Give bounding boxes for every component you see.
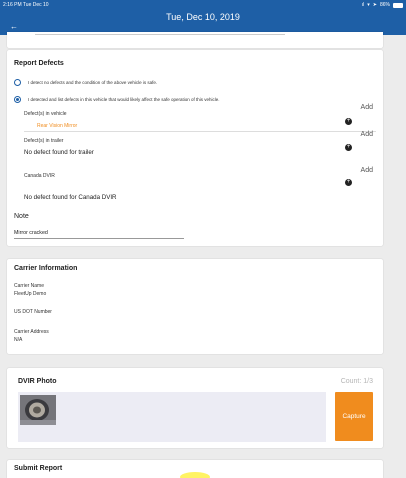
radio-defects[interactable] (14, 96, 21, 103)
top-nav-bar: 2:16 PM Tue Dec 10 ıl ▾ ➤ 86% Tue, Dec 1… (0, 0, 406, 35)
carrier-information-card: Carrier Information Carrier Name FleetUp… (7, 259, 383, 354)
option-no-defects-label: I detect no defects and the condition of… (28, 80, 158, 85)
vehicle-defect-item[interactable]: Rear Vision Mirror (37, 123, 77, 129)
location-icon: ➤ (372, 2, 377, 8)
carrier-address-value: N/A (14, 337, 23, 343)
vehicle-defects-label: Defect(s) in vehicle (24, 111, 67, 117)
radio-no-defects[interactable] (14, 79, 21, 86)
status-time: 2:16 PM Tue Dec 10 (3, 2, 49, 8)
canada-empty-text: No defect found for Canada DVIR (24, 194, 117, 201)
section-title: DVIR Photo (18, 378, 57, 385)
photo-count: Count: 1/3 (340, 378, 373, 385)
add-canada-defect-button[interactable]: + (345, 179, 352, 186)
divider (35, 34, 285, 35)
dvir-photo-card: DVIR Photo Count: 1/3 Capture (7, 368, 383, 448)
carrier-address-label: Carrier Address (14, 329, 49, 335)
capture-button[interactable]: Capture (335, 392, 373, 441)
back-arrow-icon[interactable]: ← (10, 22, 18, 31)
report-defects-card: Report Defects I detect no defects and t… (7, 50, 383, 246)
add-vehicle-defect-label: Add (360, 104, 373, 111)
touch-indicator (180, 472, 210, 478)
previous-section-card (7, 32, 383, 48)
battery-percent: 86% (379, 2, 390, 8)
photo-thumbnail[interactable] (20, 395, 56, 425)
trailer-defects-label: Defect(s) in trailer (24, 138, 64, 144)
us-dot-label: US DOT Number (14, 309, 52, 315)
add-canada-defect-label: Add (360, 167, 373, 174)
note-field[interactable]: Mirror cracked (14, 230, 184, 236)
option-defects-label: I detected and list defects in this vehi… (28, 97, 220, 102)
photo-strip (18, 392, 326, 442)
battery-icon (393, 2, 403, 8)
wifi-icon: ▾ (367, 2, 370, 8)
add-trailer-defect-label: Add (360, 131, 373, 138)
carrier-name-label: Carrier Name (14, 283, 45, 289)
page-title: Tue, Dec 10, 2019 (166, 12, 240, 22)
note-label: Note (14, 213, 29, 220)
note-underline (14, 238, 184, 239)
signal-icon: ıl (361, 2, 365, 8)
section-title: Submit Report (14, 465, 63, 472)
section-title: Carrier Information (14, 265, 78, 272)
divider (24, 131, 376, 132)
section-title: Report Defects (14, 60, 64, 67)
carrier-name-value: FleetUp Demo (14, 291, 47, 297)
status-indicators: ıl ▾ ➤ 86% (362, 2, 403, 8)
add-vehicle-defect-button[interactable]: + (345, 118, 352, 125)
canada-dvir-label: Canada DVIR (24, 173, 55, 179)
add-trailer-defect-button[interactable]: + (345, 144, 352, 151)
trailer-empty-text: No defect found for trailer (24, 149, 94, 156)
